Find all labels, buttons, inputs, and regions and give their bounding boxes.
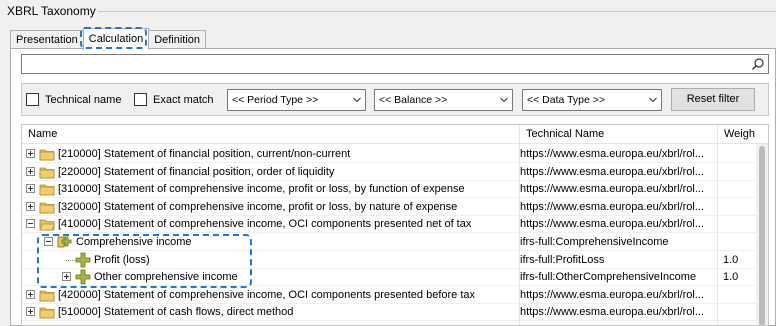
folder-open-icon [39,217,56,231]
data-type-value: << Data Type >> [527,94,606,106]
row-technical-name: https://www.esma.europa.eu/xbrl/rol... [520,288,705,301]
expand-icon[interactable] [26,184,35,194]
expand-icon[interactable] [26,201,35,211]
period-type-value: << Period Type >> [232,94,319,106]
tab-definition[interactable]: Definition [148,30,207,50]
technical-name-label: Technical name [45,93,122,106]
data-type-select[interactable]: << Data Type >> [522,89,662,111]
tree-row[interactable]: [210000] Statement of financial position… [22,145,757,163]
checkbox-box[interactable] [134,93,147,106]
column-header-technical-name[interactable]: Technical Name [520,125,718,144]
period-type-select[interactable]: << Period Type >> [227,89,366,111]
folder-icon [39,288,55,302]
row-name: [320000] Statement of comprehensive inco… [58,200,458,213]
row-name: [420000] Statement of comprehensive inco… [58,288,476,301]
row-name: [510000] Statement of cash flows, direct… [58,306,294,319]
row-name: [410000] Statement of comprehensive inco… [58,218,472,231]
window-title: XBRL Taxonomy [7,4,96,18]
collapse-icon[interactable] [26,219,35,229]
vertical-scrollbar[interactable] [756,144,768,325]
tree-row[interactable]: [510000] Statement of cash flows, direct… [22,303,757,322]
expand-icon[interactable] [26,149,35,158]
grid-header: Name Technical Name Weigh [22,125,768,144]
folder-icon [39,182,55,196]
tree-row[interactable]: [320000] Statement of comprehensive inco… [22,198,757,216]
row-technical-name: https://www.esma.europa.eu/xbrl/rol... [520,306,705,319]
tree-row[interactable]: [420000] Statement of comprehensive inco… [22,286,757,304]
tree-row[interactable]: [410000] Statement of comprehensive inco… [22,215,757,234]
calculation-tab-highlight [80,27,147,49]
column-header-name[interactable]: Name [22,125,520,144]
chevron-down-icon [353,97,361,103]
group-border [98,11,776,12]
row-technical-name: https://www.esma.europa.eu/xbrl/rol... [520,218,705,231]
taxonomy-tree-grid: Name Technical Name Weigh [210000] State… [21,124,769,326]
exact-match-label: Exact match [153,93,214,106]
column-header-weight[interactable]: Weigh [718,125,768,144]
row-technical-name: https://www.esma.europa.eu/xbrl/rol... [520,148,705,160]
search-icon[interactable] [751,57,765,71]
chevron-down-icon [649,97,657,103]
row-weight: 1.0 [723,253,739,266]
row-technical-name: ifrs-full:ComprehensiveIncome [520,236,669,248]
row-name: [220000] Statement of financial position… [58,165,335,178]
expand-icon[interactable] [26,166,35,176]
technical-name-checkbox[interactable]: Technical name [26,93,121,106]
balance-select[interactable]: << Balance >> [374,89,513,111]
folder-icon [39,165,55,179]
scrollbar-thumb[interactable] [759,146,765,325]
expand-icon[interactable] [26,289,35,299]
row-technical-name: ifrs-full:OtherComprehensiveIncome [520,271,697,284]
row-name: [210000] Statement of financial position… [58,148,351,160]
row-technical-name: https://www.esma.europa.eu/xbrl/rol... [520,165,705,178]
row-technical-name: https://www.esma.europa.eu/xbrl/rol... [520,183,705,196]
exact-match-checkbox[interactable]: Exact match [134,93,214,106]
filter-bar: Technical name Exact match << Period Typ… [21,83,769,116]
tree-row[interactable]: [220000] Statement of financial position… [22,163,757,181]
row-technical-name: ifrs-full:ProfitLoss [520,253,605,266]
row-technical-name: https://www.esma.europa.eu/xbrl/rol... [520,200,705,213]
balance-value: << Balance >> [379,94,448,106]
search-input[interactable] [21,54,769,74]
folder-icon [39,147,55,161]
tree-row[interactable]: [310000] Statement of comprehensive inco… [22,180,757,199]
folder-icon [39,305,55,319]
checkbox-box[interactable] [26,93,39,106]
row-weight: 1.0 [723,271,739,284]
chevron-down-icon [500,97,508,103]
tab-presentation[interactable]: Presentation [10,30,84,50]
reset-filter-button[interactable]: Reset filter [671,88,755,111]
folder-icon [39,200,55,214]
expand-icon[interactable] [26,307,35,317]
row-name: [310000] Statement of comprehensive inco… [58,183,465,196]
calculation-tree-highlight [37,234,252,288]
